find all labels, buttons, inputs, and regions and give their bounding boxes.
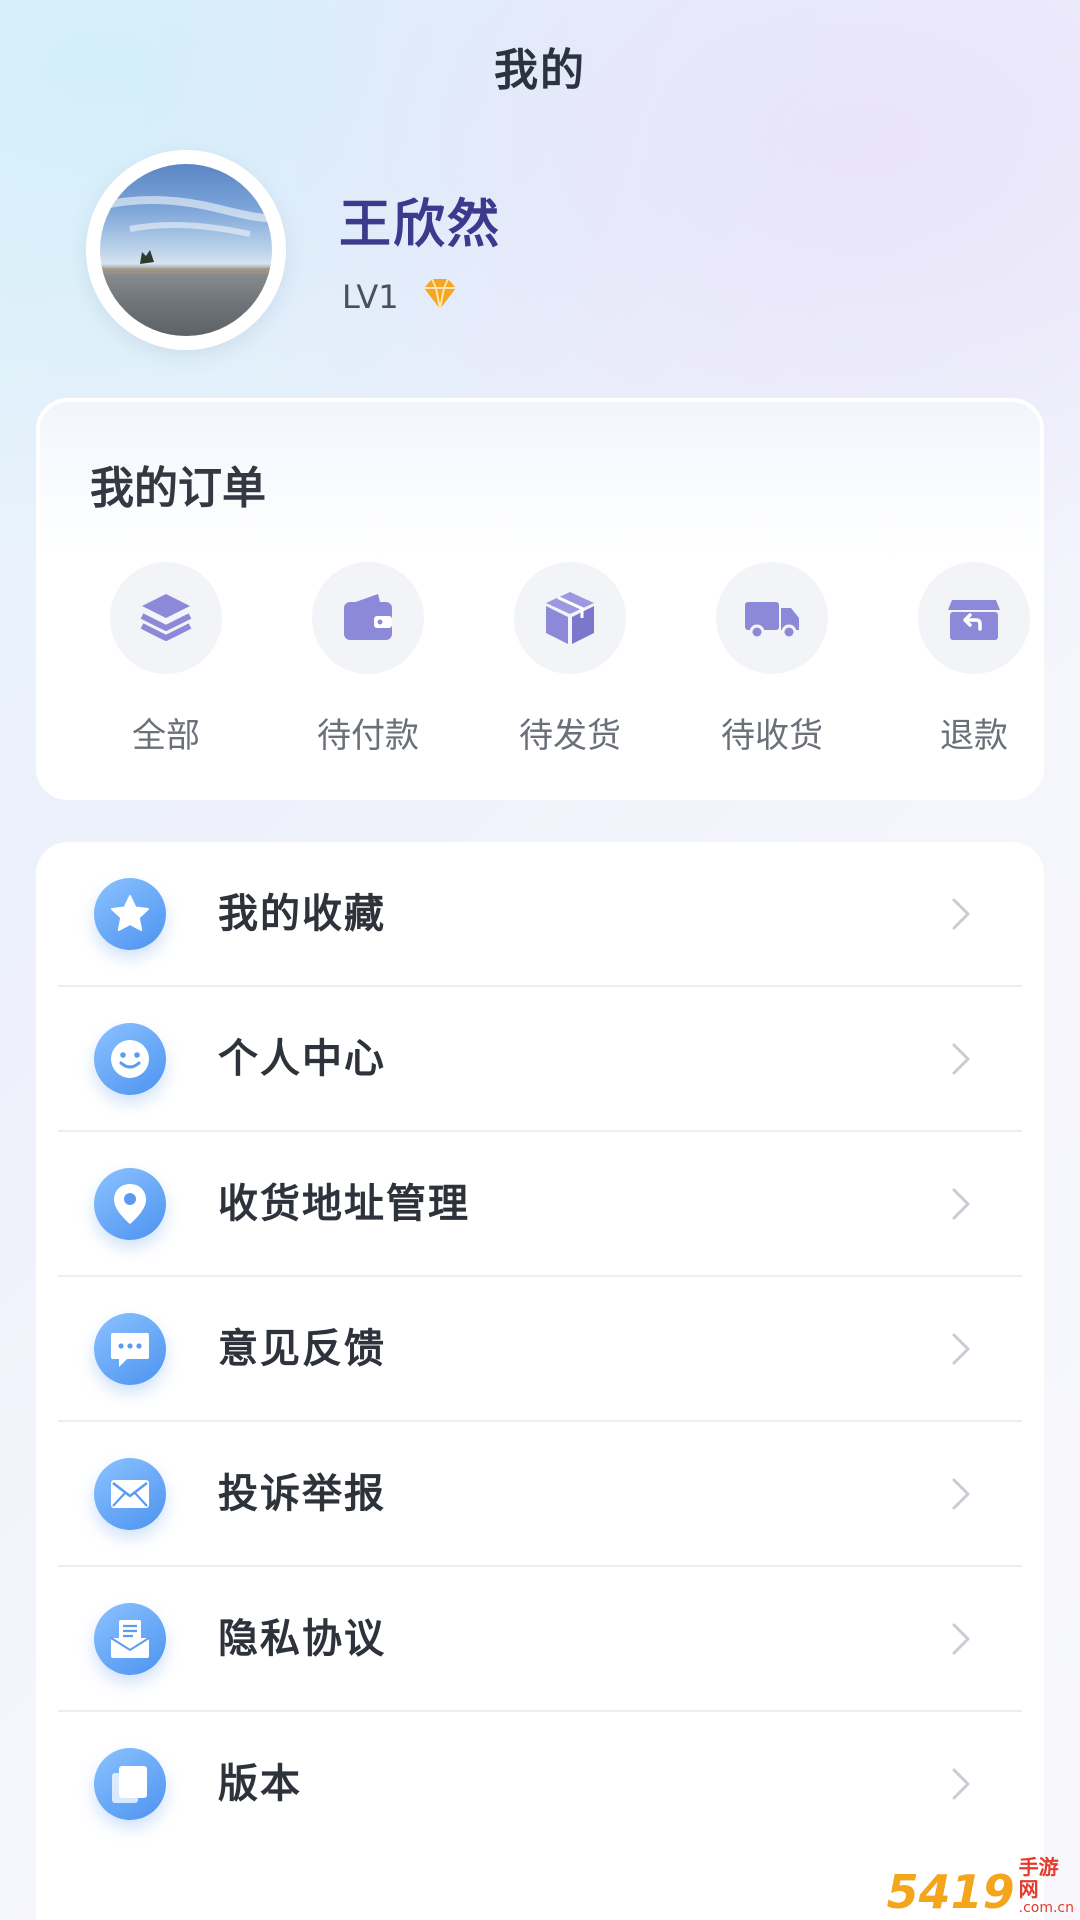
watermark-top: 手游网 <box>1018 1855 1059 1901</box>
order-label: 待发货 <box>519 716 621 756</box>
watermark-bottom: .com.cn <box>1018 1900 1074 1916</box>
order-icon-circle <box>110 562 222 674</box>
order-all[interactable]: 全部 <box>86 562 246 756</box>
chevron-right-icon <box>952 1623 970 1655</box>
chevron-right-icon <box>952 898 970 930</box>
order-label: 待付款 <box>317 716 419 756</box>
orders-title: 我的订单 <box>90 463 266 514</box>
page-title: 我的 <box>494 45 586 96</box>
box-icon <box>546 592 594 644</box>
menu-icon-circle <box>94 1458 166 1530</box>
menu-item-privacy[interactable]: 隐私协议 <box>58 1567 1022 1712</box>
menu-icon-circle <box>94 878 166 950</box>
order-label: 待收货 <box>721 716 823 756</box>
order-icon-circle <box>716 562 828 674</box>
pages-icon <box>112 1766 147 1803</box>
watermark-logo: 5419 手游网 .com.cn <box>887 1855 1074 1916</box>
menu-item-label: 意见反馈 <box>218 1326 386 1372</box>
menu-item-address[interactable]: 收货地址管理 <box>58 1132 1022 1277</box>
menu-item-label: 投诉举报 <box>218 1471 386 1517</box>
avatar[interactable] <box>100 164 272 336</box>
wallet-icon <box>344 594 392 640</box>
menu-item-feedback[interactable]: 意见反馈 <box>58 1277 1022 1422</box>
menu-item-label: 个人中心 <box>218 1036 386 1082</box>
menu-item-version[interactable]: 版本 <box>58 1712 1022 1857</box>
profile-header: 王欣然 LV1 <box>86 150 986 360</box>
order-icon-circle <box>918 562 1030 674</box>
watermark-main: 5419 <box>886 1865 1015 1919</box>
order-icon-circle <box>312 562 424 674</box>
smiley-icon <box>111 1040 149 1078</box>
star-icon <box>111 895 149 931</box>
avatar-frame[interactable] <box>86 150 286 350</box>
order-label: 全部 <box>132 716 200 756</box>
order-pending-payment[interactable]: 待付款 <box>288 562 448 756</box>
menu-item-personal-center[interactable]: 个人中心 <box>58 987 1022 1132</box>
order-refund[interactable]: 退款 <box>894 562 1054 756</box>
layers-icon <box>140 594 192 641</box>
orders-card: 我的订单 全部 待付款 待发货 待收货 退款 <box>36 398 1044 800</box>
chevron-right-icon <box>952 1768 970 1800</box>
diamond-icon <box>424 278 456 310</box>
order-pending-receipt[interactable]: 待收货 <box>692 562 852 756</box>
menu-icon-circle <box>94 1023 166 1095</box>
chevron-right-icon <box>952 1043 970 1075</box>
order-pending-shipment[interactable]: 待发货 <box>490 562 650 756</box>
menu-item-favorites[interactable]: 我的收藏 <box>58 842 1022 987</box>
menu-item-label: 版本 <box>218 1761 302 1807</box>
user-name: 王欣然 <box>339 195 502 255</box>
refund-icon <box>948 600 1000 640</box>
user-level: LV1 <box>342 278 399 316</box>
truck-icon <box>745 602 799 640</box>
menu-item-label: 我的收藏 <box>218 891 386 937</box>
menu-icon-circle <box>94 1313 166 1385</box>
menu-card: 我的收藏 个人中心 收货地址管理 意见反馈 投诉举报 隐私协议 版本 <box>36 842 1044 1920</box>
chevron-right-icon <box>952 1333 970 1365</box>
chevron-right-icon <box>952 1478 970 1510</box>
order-icon-circle <box>514 562 626 674</box>
location-pin-icon <box>114 1184 146 1224</box>
menu-icon-circle <box>94 1748 166 1820</box>
document-icon <box>110 1620 150 1658</box>
menu-icon-circle <box>94 1168 166 1240</box>
menu-icon-circle <box>94 1603 166 1675</box>
chat-bubble-icon <box>111 1333 149 1367</box>
menu-item-label: 收货地址管理 <box>218 1181 470 1227</box>
menu-item-label: 隐私协议 <box>218 1616 386 1662</box>
order-label: 退款 <box>940 716 1008 756</box>
chevron-right-icon <box>952 1188 970 1220</box>
envelope-icon <box>111 1480 149 1508</box>
menu-item-complaint[interactable]: 投诉举报 <box>58 1422 1022 1567</box>
